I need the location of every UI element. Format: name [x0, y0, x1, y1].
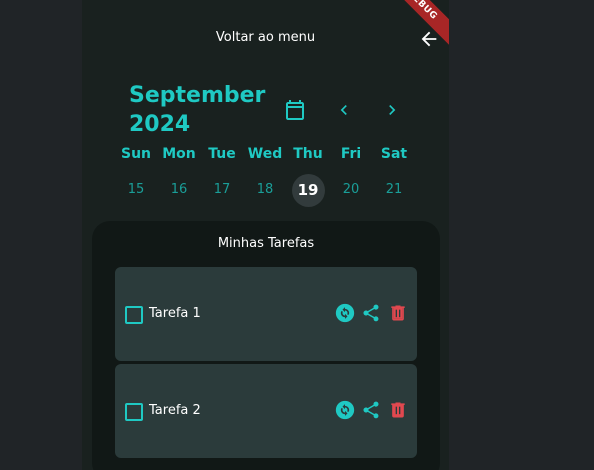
task-label: Tarefa 1: [149, 306, 201, 321]
header-title[interactable]: Voltar ao menu: [82, 30, 449, 45]
task-checkbox[interactable]: [125, 306, 143, 324]
task-card[interactable]: Tarefa 2: [115, 364, 417, 458]
day-cell-selected[interactable]: 19: [288, 181, 328, 199]
app-screen: DEBUG Voltar ao menu September 2024 Sun …: [82, 0, 449, 470]
day-cell[interactable]: 20: [331, 182, 371, 197]
trash-icon[interactable]: [388, 303, 408, 323]
calendar-icon[interactable]: [283, 98, 307, 122]
weekday-label: Sun: [120, 146, 152, 162]
weekday-label: Fri: [340, 146, 362, 162]
day-cell[interactable]: 17: [202, 182, 242, 197]
trash-icon[interactable]: [388, 400, 408, 420]
day-cell[interactable]: 18: [245, 182, 285, 197]
weekday-label: Thu: [293, 146, 323, 162]
arrow-back-icon[interactable]: [418, 28, 440, 50]
weekday-label: Tue: [208, 146, 236, 162]
tasks-title: Minhas Tarefas: [217, 236, 315, 251]
day-cell[interactable]: 21: [374, 182, 414, 197]
chevron-right-icon[interactable]: [382, 100, 402, 120]
sync-icon[interactable]: [335, 400, 355, 420]
month-year-title: September 2024: [129, 81, 265, 139]
share-icon[interactable]: [361, 303, 381, 323]
chevron-left-icon[interactable]: [334, 100, 354, 120]
day-cell[interactable]: 15: [116, 182, 156, 197]
weekday-label: Sat: [380, 146, 408, 162]
tasks-panel: Minhas Tarefas Tarefa 1 Tarefa 2: [92, 221, 440, 470]
weekday-label: Mon: [162, 146, 196, 162]
task-card[interactable]: Tarefa 1: [115, 267, 417, 361]
sync-icon[interactable]: [335, 303, 355, 323]
share-icon[interactable]: [361, 400, 381, 420]
month-label: September: [129, 83, 266, 108]
year-label: 2024: [129, 112, 191, 137]
day-cell[interactable]: 16: [159, 182, 199, 197]
task-label: Tarefa 2: [149, 403, 201, 418]
weekday-label: Wed: [247, 146, 283, 162]
task-checkbox[interactable]: [125, 403, 143, 421]
